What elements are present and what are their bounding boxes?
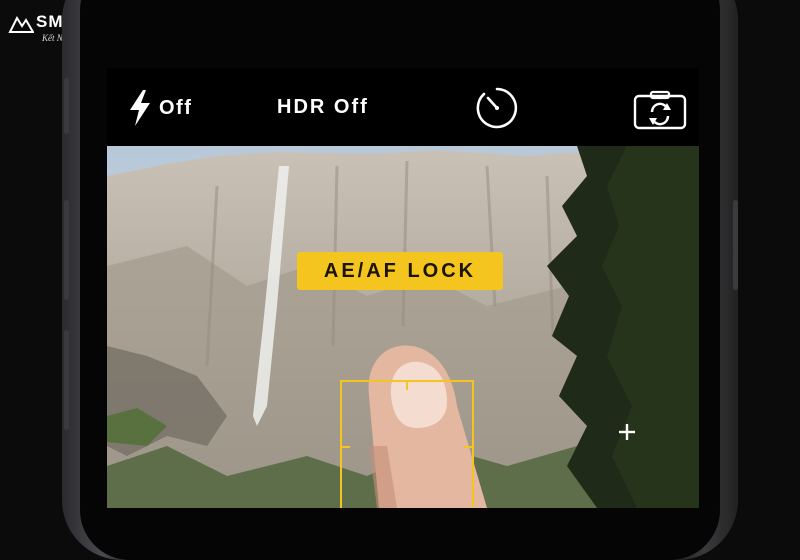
power-button [733,200,738,290]
focus-tick-top [406,382,408,390]
focus-tick-right [464,446,472,448]
volume-down-button [64,200,69,300]
volume-button-lower [64,330,69,430]
flash-toggle[interactable]: Off [127,88,192,128]
volume-up-button [64,78,69,134]
lightning-icon [130,90,150,126]
focus-tick-left [342,446,350,448]
mountain-logo-icon [8,15,34,33]
switch-camera-icon [633,90,687,130]
flash-label: Off [159,96,193,119]
timer-icon [476,87,518,129]
camera-screen: Off HDR Off AE/AF LOCK [107,68,699,508]
camera-top-bar: Off HDR Off [107,68,699,146]
ae-af-lock-badge: AE/AF LOCK [297,252,503,290]
timer-button[interactable] [475,86,519,130]
hdr-toggle[interactable]: HDR Off [277,96,369,119]
viewfinder[interactable]: AE/AF LOCK [107,146,699,508]
switch-camera-button[interactable] [633,90,687,130]
plus-icon[interactable] [617,422,637,442]
focus-box [340,380,474,508]
